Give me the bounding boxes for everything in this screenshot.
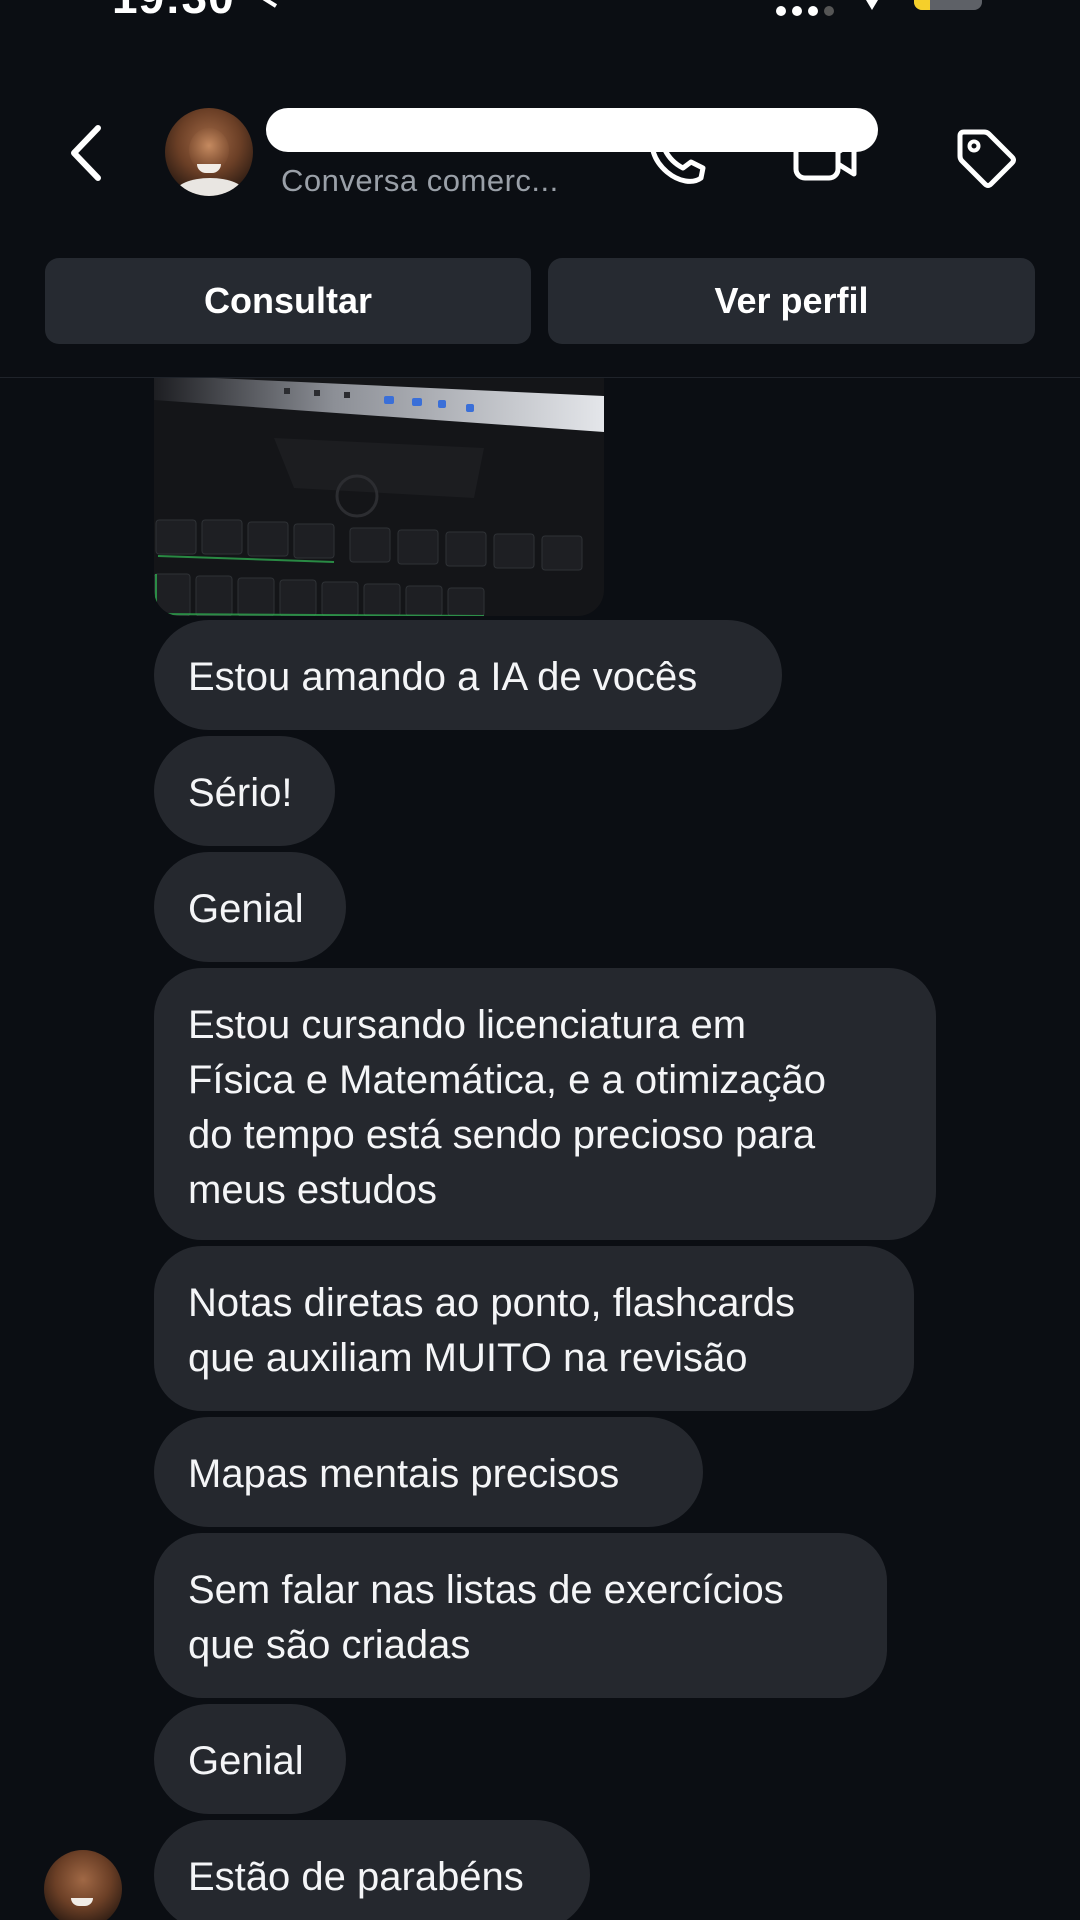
- back-button[interactable]: [56, 118, 116, 188]
- message-text-line: Estão de parabéns: [188, 1855, 524, 1899]
- message-thread[interactable]: Estou amando a IA de vocês Sério! Genial…: [0, 378, 1080, 1920]
- message-text-line: que são criadas: [188, 1623, 471, 1667]
- chat-header: Conversa comerc... Consultar Ver perfil: [0, 0, 1080, 378]
- message-text-line: Sério!: [188, 771, 293, 815]
- message-bubble[interactable]: Sem falar nas listas de exercícios que s…: [154, 1533, 887, 1698]
- message-text-line: que auxiliam MUITO na revisão: [188, 1336, 748, 1380]
- keyboard-photo: [154, 378, 604, 616]
- message-text-line: Notas diretas ao ponto, flashcards: [188, 1281, 796, 1325]
- message-bubble[interactable]: Notas diretas ao ponto, flashcards que a…: [154, 1246, 914, 1411]
- message-bubble[interactable]: Sério!: [154, 736, 335, 846]
- image-attachment[interactable]: [154, 378, 604, 616]
- message-bubble[interactable]: Mapas mentais precisos: [154, 1417, 703, 1527]
- consult-button[interactable]: Consultar: [45, 258, 531, 344]
- message-text-line: Sem falar nas listas de exercícios: [188, 1568, 784, 1612]
- message-text-line: Mapas mentais precisos: [188, 1452, 620, 1496]
- message-text-line: Estou amando a IA de vocês: [188, 655, 698, 699]
- tag-icon: [957, 129, 1016, 188]
- message-text-line: Física e Matemática, e a otimização: [188, 1058, 827, 1102]
- message-bubble[interactable]: Genial: [154, 852, 346, 962]
- sender-avatar[interactable]: [44, 1850, 122, 1920]
- avatar[interactable]: [165, 108, 253, 196]
- message-bubble[interactable]: Estão de parabéns: [154, 1820, 590, 1920]
- message-text-line: Genial: [188, 1739, 304, 1783]
- tag-button[interactable]: [950, 122, 1022, 194]
- message-bubble[interactable]: Genial: [154, 1704, 346, 1814]
- message-bubble[interactable]: Estou amando a IA de vocês: [154, 620, 782, 730]
- chevron-left-icon: [71, 125, 101, 181]
- message-text-line: meus estudos: [188, 1168, 438, 1212]
- message-text-line: Genial: [188, 887, 304, 931]
- view-profile-button[interactable]: Ver perfil: [548, 258, 1035, 344]
- contact-name-redacted: [266, 108, 878, 152]
- message-bubble[interactable]: Estou cursando licenciatura em Física e …: [154, 968, 936, 1240]
- message-text-line: do tempo está sendo precioso para: [188, 1113, 816, 1157]
- message-text-line: Estou cursando licenciatura em: [188, 1003, 747, 1047]
- conversation-subtitle: Conversa comerc...: [281, 163, 559, 198]
